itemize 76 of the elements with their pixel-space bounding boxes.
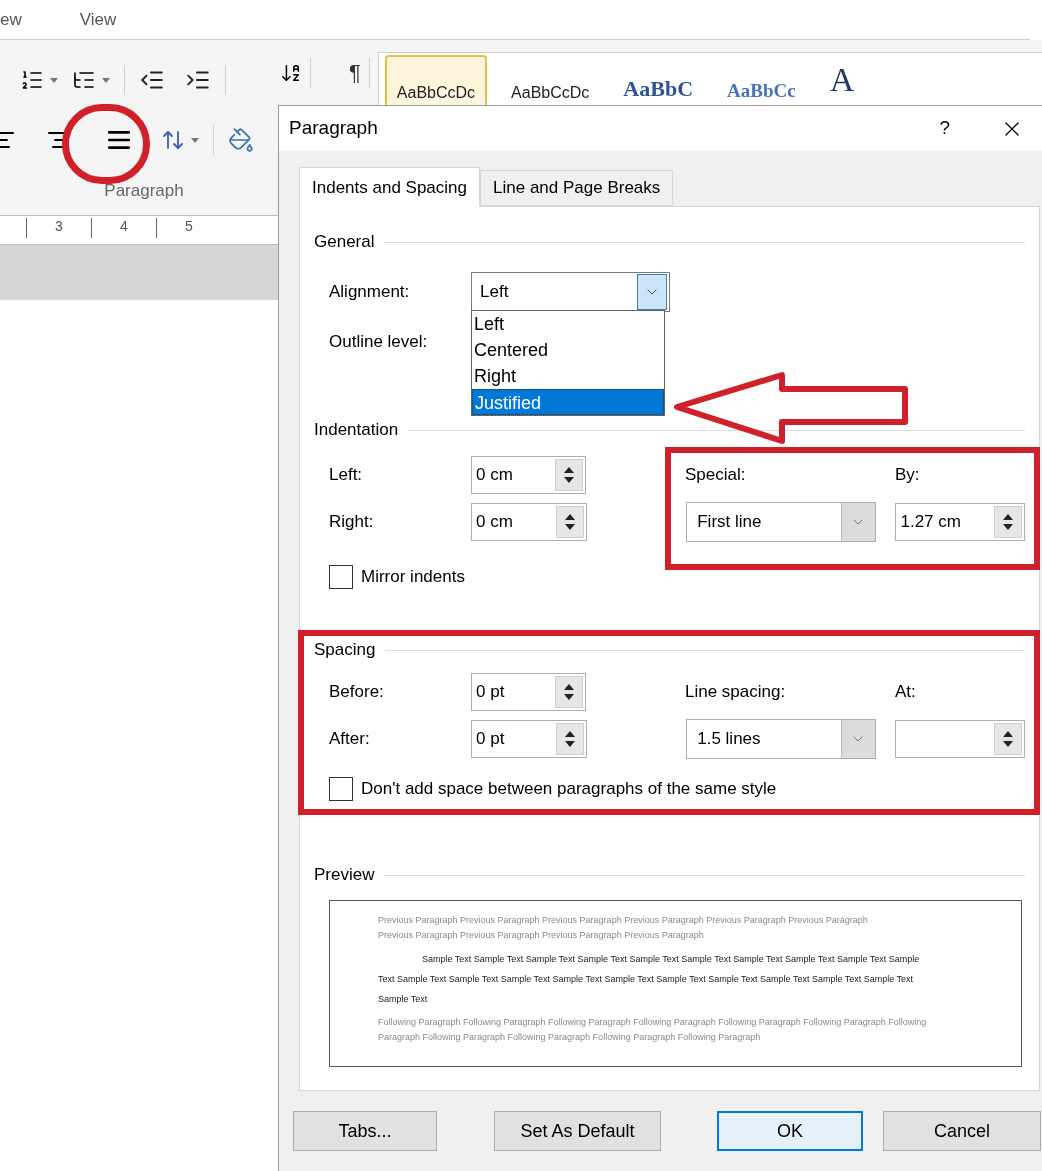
select-field[interactable]: First line (686, 502, 876, 542)
field-label: By: (895, 465, 920, 485)
caret-icon[interactable] (102, 77, 110, 83)
up-down-arrows-icon (564, 729, 575, 749)
field-label: Line spacing: (685, 682, 786, 702)
alignment-select[interactable]: Left (471, 272, 670, 312)
group-label: Paragraph (104, 180, 184, 202)
field-label: Special: (685, 465, 746, 485)
up-down-arrows-icon (1003, 512, 1013, 532)
shading-icon[interactable] (228, 127, 254, 153)
ruler-tick-mark (26, 218, 27, 238)
up-down-arrows-icon (564, 512, 575, 532)
spin-field[interactable]: 1.27 cm (895, 503, 1025, 541)
field-label: Alignment: (329, 282, 410, 302)
style-preview[interactable]: AaBbC (613, 55, 703, 105)
field-label: Right: (329, 512, 374, 532)
caret-icon[interactable] (191, 137, 199, 143)
caret-icon[interactable] (50, 77, 58, 83)
select-field[interactable]: 1.5 lines (686, 719, 876, 759)
dropdown-option[interactable]: Justified (472, 389, 664, 415)
field-label: After: (329, 729, 370, 749)
field-label: Outline level: (329, 332, 428, 352)
field-label: Before: (329, 682, 384, 702)
spin-button[interactable] (554, 676, 583, 708)
up-down-arrows-icon (563, 682, 574, 702)
checkbox-label[interactable]: Mirror indents (361, 564, 465, 590)
style-preview[interactable]: AaBbCcDc (384, 55, 488, 105)
style-preview[interactable]: AaBbCcDc (501, 55, 600, 105)
spin-field[interactable]: 0 pt (471, 720, 587, 758)
dropdown-option[interactable]: Left (472, 311, 664, 337)
spin-field[interactable]: 0 cm (471, 503, 587, 541)
spin-button[interactable] (994, 506, 1022, 538)
ribbon-tab[interactable]: ew (0, 6, 22, 33)
up-down-arrows-icon (563, 465, 574, 485)
ruler-tick-mark (156, 218, 157, 238)
dialog-button[interactable]: OK (717, 1111, 863, 1151)
dialog-button[interactable]: Tabs... (293, 1111, 437, 1151)
spin-button[interactable] (554, 459, 583, 491)
style-preview[interactable]: A (819, 55, 865, 105)
spin-button[interactable] (555, 506, 584, 538)
preview-following-text: Following Paragraph Following Paragraph Following Paragraph Following Paragraph Following Paragraph Following Paragraph Following Paragraph Following Paragraph Following Paragraph Following Paragraph Following Paragraph (378, 1016, 928, 1044)
field-label: Left: (329, 465, 363, 485)
spin-button[interactable] (555, 723, 584, 755)
dropdown-option[interactable]: Centered (472, 337, 664, 363)
preview-sample-text: Sample Text Sample Text Sample Text Sample Text Sample Text Sample Text Sample Text Sample Text Sample Text Sample Text Sample Text Sample Text Sample Text Sample Text Sample Text Sample Text Sample Text Sample Text Sample Text Sample Text Sample Text (378, 953, 921, 1006)
ribbon-tab[interactable]: View (79, 6, 117, 33)
spin-field[interactable]: 0 pt (471, 673, 586, 711)
spin-field[interactable] (895, 720, 1025, 758)
checkbox-label[interactable]: Don't add space between paragraphs of the same style (361, 776, 777, 802)
ruler-number: 4 (119, 218, 129, 234)
style-preview[interactable]: AaBbCc (717, 55, 806, 105)
dropdown-button[interactable] (637, 274, 667, 310)
spin-field[interactable]: 0 cm (471, 456, 586, 494)
dropdown-option[interactable]: Right (472, 363, 664, 389)
help-button[interactable]: ? (939, 114, 950, 143)
dialog-button[interactable]: Cancel (883, 1111, 1041, 1151)
checkbox[interactable] (329, 777, 353, 801)
preview-previous-text: Previous Paragraph Previous Paragraph Previous Paragraph Previous Paragraph Previous Paragraph Previous Paragraph Previous Paragraph Previous Paragraph Previous Paragraph Previous Paragraph (378, 914, 869, 942)
up-down-arrows-icon (1003, 729, 1013, 749)
section-heading: Indentation (314, 419, 399, 442)
dialog-tab[interactable]: Indents and Spacing (299, 167, 480, 207)
checkbox[interactable] (329, 565, 353, 589)
numbered-list-icon[interactable] (20, 68, 44, 92)
spin-button[interactable] (994, 723, 1022, 755)
line-spacing-icon[interactable] (161, 128, 185, 152)
dialog-button[interactable]: Set As Default (494, 1111, 661, 1151)
dialog-title: Paragraph (289, 116, 378, 141)
section-heading: Preview (314, 864, 375, 887)
section-heading: General (314, 231, 375, 254)
ruler-number: 5 (184, 218, 194, 234)
section-heading: Spacing (314, 639, 376, 662)
dialog-tab[interactable]: Line and Page Breaks (480, 170, 674, 206)
ruler-tick-mark (91, 218, 92, 238)
field-label: At: (895, 682, 916, 702)
ruler-number: 3 (54, 218, 64, 234)
pilcrow-button[interactable]: ¶ (349, 56, 361, 89)
